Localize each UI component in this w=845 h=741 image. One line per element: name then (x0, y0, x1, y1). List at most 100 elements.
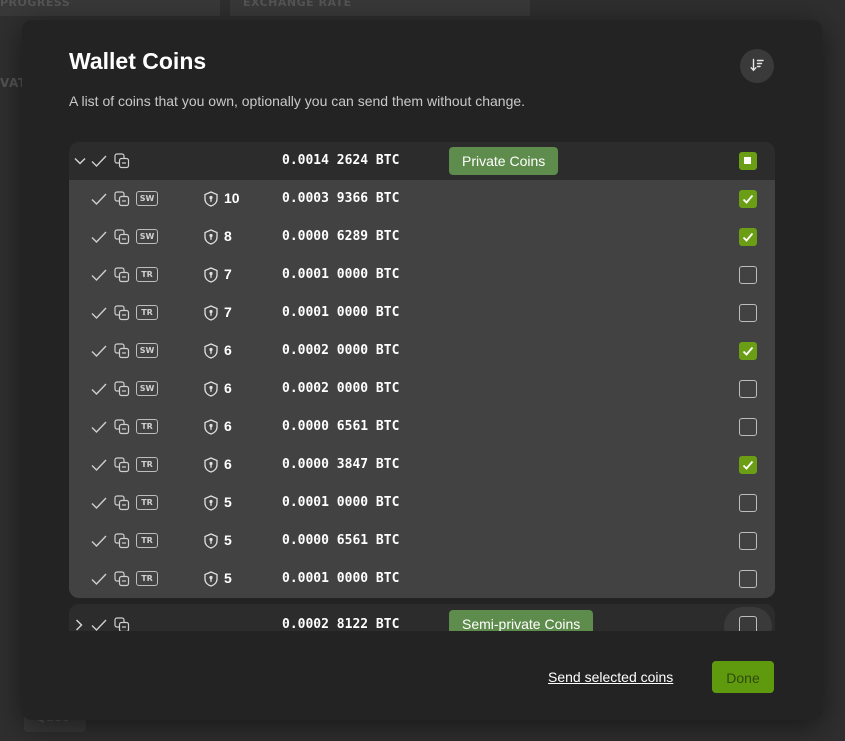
group-amount: 0.0014 2624 BTC (282, 153, 400, 168)
coin-select-checkbox[interactable] (739, 494, 757, 512)
coin-select-checkbox[interactable] (739, 380, 757, 398)
coin-row[interactable]: SW 6 0.0002 0000 BTC (69, 332, 775, 370)
wallet-coins-dialog: Wallet Coins A list of coins that you ow… (22, 20, 822, 720)
anonymity-shield-icon (204, 495, 218, 511)
script-type-badge: TR (136, 495, 158, 510)
coin-amount: 0.0001 0000 BTC (282, 495, 400, 510)
coin-select-checkbox[interactable] (739, 418, 757, 436)
coin-row[interactable]: TR 6 0.0000 6561 BTC (69, 408, 775, 446)
group-label-pill: Semi-private Coins (449, 610, 594, 631)
send-selected-coins-link[interactable]: Send selected coins (548, 669, 673, 685)
anonymity-shield-icon (204, 571, 218, 587)
coin-amount: 0.0003 9366 BTC (282, 191, 400, 206)
coins-icon (113, 494, 131, 512)
anonymity-score: 7 (224, 304, 232, 320)
confirmed-check-icon (90, 190, 108, 208)
script-type-badge: SW (136, 381, 158, 396)
coins-icon (113, 380, 131, 398)
anonymity-score: 7 (224, 266, 232, 282)
coin-select-checkbox[interactable] (739, 190, 757, 208)
anonymity-score: 6 (224, 418, 232, 434)
coin-select-checkbox[interactable] (739, 228, 757, 246)
coin-amount: 0.0001 0000 BTC (282, 305, 400, 320)
group-private-coins[interactable]: 0.0014 2624 BTC Private Coins (69, 142, 775, 180)
coin-row[interactable]: SW 8 0.0000 6289 BTC (69, 218, 775, 256)
coin-select-checkbox[interactable] (739, 532, 757, 550)
coin-row[interactable]: SW 6 0.0002 0000 BTC (69, 370, 775, 408)
coin-row[interactable]: TR 5 0.0000 6561 BTC (69, 522, 775, 560)
anonymity-shield-icon (204, 381, 218, 397)
coins-icon (113, 228, 131, 246)
anonymity-score: 10 (224, 190, 240, 206)
script-type-badge: TR (136, 533, 158, 548)
dialog-subtitle: A list of coins that you own, optionally… (69, 93, 526, 109)
confirmed-check-icon (90, 152, 108, 170)
coins-icon (113, 304, 131, 322)
confirmed-check-icon (90, 616, 108, 631)
coin-row[interactable]: SW 10 0.0003 9366 BTC (69, 180, 775, 218)
coins-icon (113, 266, 131, 284)
script-type-badge: TR (136, 571, 158, 586)
coin-row[interactable]: TR 7 0.0001 0000 BTC (69, 256, 775, 294)
coin-amount: 0.0001 0000 BTC (282, 267, 400, 282)
group-semi-private-coins[interactable]: 0.0002 8122 BTC Semi-private Coins (69, 604, 775, 631)
coin-row[interactable]: TR 5 0.0001 0000 BTC (69, 484, 775, 522)
coins-icon (113, 570, 131, 588)
sort-descending-icon (750, 57, 764, 76)
coins-icon (113, 342, 131, 360)
confirmed-check-icon (90, 342, 108, 360)
coin-select-checkbox[interactable] (739, 266, 757, 284)
anonymity-shield-icon (204, 191, 218, 207)
coin-amount: 0.0001 0000 BTC (282, 571, 400, 586)
anonymity-score: 5 (224, 494, 232, 510)
dialog-title: Wallet Coins (69, 48, 207, 74)
done-button[interactable]: Done (712, 661, 774, 693)
confirmed-check-icon (90, 304, 108, 322)
chevron-down-icon[interactable] (73, 154, 87, 168)
sort-button[interactable] (740, 49, 774, 83)
confirmed-check-icon (90, 380, 108, 398)
anonymity-score: 6 (224, 342, 232, 358)
confirmed-check-icon (90, 494, 108, 512)
anonymity-shield-icon (204, 419, 218, 435)
coin-select-checkbox[interactable] (739, 342, 757, 360)
coins-icon (113, 418, 131, 436)
anonymity-score: 8 (224, 228, 232, 244)
coin-amount: 0.0002 0000 BTC (282, 381, 400, 396)
anonymity-shield-icon (204, 229, 218, 245)
group-select-checkbox[interactable] (739, 152, 757, 170)
script-type-badge: SW (136, 343, 158, 358)
coin-select-checkbox[interactable] (739, 304, 757, 322)
group-select-checkbox[interactable] (739, 616, 757, 631)
coin-select-checkbox[interactable] (739, 570, 757, 588)
confirmed-check-icon (90, 532, 108, 550)
confirmed-check-icon (90, 266, 108, 284)
anonymity-score: 6 (224, 456, 232, 472)
script-type-badge: SW (136, 191, 158, 206)
anonymity-score: 6 (224, 380, 232, 396)
coins-icon (113, 152, 131, 170)
anonymity-shield-icon (204, 305, 218, 321)
coins-icon (113, 190, 131, 208)
script-type-badge: TR (136, 267, 158, 282)
anonymity-shield-icon (204, 457, 218, 473)
confirmed-check-icon (90, 418, 108, 436)
group-label-pill: Private Coins (449, 147, 559, 175)
confirmed-check-icon (90, 456, 108, 474)
coin-row[interactable]: TR 5 0.0001 0000 BTC (69, 560, 775, 598)
coin-list[interactable]: 0.0014 2624 BTC Private Coins SW 10 0.0003… (69, 142, 775, 631)
coin-amount: 0.0002 0000 BTC (282, 343, 400, 358)
anonymity-score: 5 (224, 570, 232, 586)
anonymity-shield-icon (204, 533, 218, 549)
script-type-badge: TR (136, 305, 158, 320)
group-amount: 0.0002 8122 BTC (282, 617, 400, 631)
coin-row[interactable]: TR 6 0.0000 3847 BTC (69, 446, 775, 484)
anonymity-score: 5 (224, 532, 232, 548)
coin-amount: 0.0000 6561 BTC (282, 533, 400, 548)
confirmed-check-icon (90, 570, 108, 588)
coin-row[interactable]: TR 7 0.0001 0000 BTC (69, 294, 775, 332)
coins-icon (113, 456, 131, 474)
bg-column-progress: PROGRESS (0, 0, 71, 9)
coin-select-checkbox[interactable] (739, 456, 757, 474)
chevron-right-icon[interactable] (72, 618, 86, 631)
